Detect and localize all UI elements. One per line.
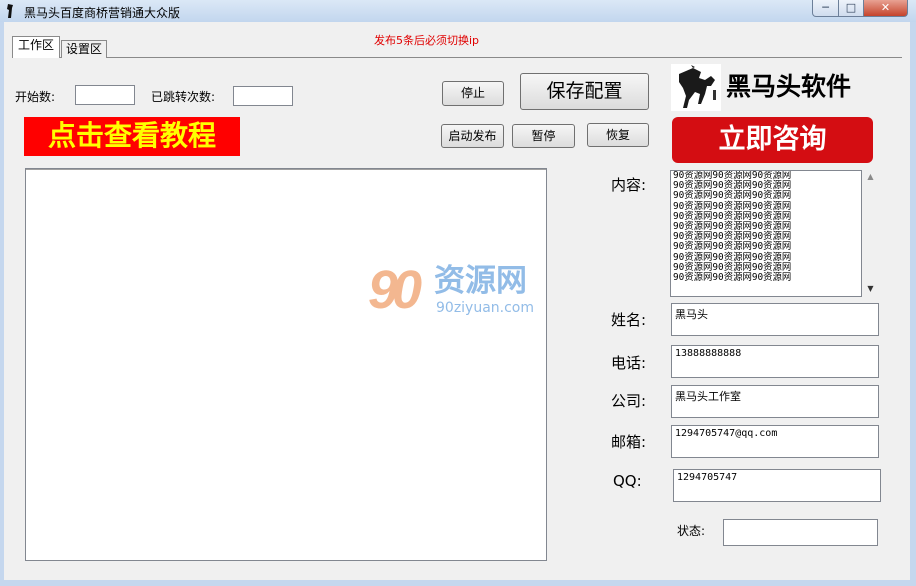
start-publish-button[interactable]: 启动发布 bbox=[441, 124, 504, 148]
window-title: 黑马头百度商桥营销通大众版 bbox=[24, 6, 181, 20]
name-label: 姓名: bbox=[611, 311, 647, 329]
status-label: 状态: bbox=[677, 524, 706, 538]
pause-button[interactable]: 暂停 bbox=[512, 124, 575, 148]
qq-label: QQ: bbox=[613, 472, 642, 490]
content-scrollbar[interactable]: ▲ ▼ bbox=[862, 170, 879, 297]
brand-logo: 黑马头软件 bbox=[671, 64, 872, 111]
watermark: 90 资源网 90ziyuan.com bbox=[368, 262, 553, 322]
consult-now-button[interactable]: 立即咨询 bbox=[672, 117, 873, 163]
window-frame-bottom bbox=[0, 580, 916, 586]
window-frame-right bbox=[910, 22, 916, 586]
tab-settings-area[interactable]: 设置区 bbox=[61, 40, 107, 58]
email-input[interactable]: 1294705747@qq.com bbox=[671, 425, 879, 458]
jumped-count-label: 已跳转次数: bbox=[151, 90, 216, 104]
content-line: 90资源网90资源网90资源网 bbox=[673, 272, 792, 284]
email-label: 邮箱: bbox=[611, 433, 647, 451]
log-output-area[interactable] bbox=[25, 168, 547, 561]
maximize-button[interactable]: □ bbox=[838, 0, 864, 17]
brand-name: 黑马头软件 bbox=[726, 72, 852, 101]
scroll-down-arrow-icon[interactable]: ▼ bbox=[862, 284, 879, 293]
status-input[interactable] bbox=[723, 519, 878, 546]
name-input[interactable]: 黑马头 bbox=[671, 303, 879, 336]
tab-strip-line bbox=[12, 57, 902, 58]
watermark-name: 资源网 bbox=[434, 263, 527, 299]
horse-app-icon bbox=[7, 4, 13, 18]
jumped-count-input[interactable] bbox=[233, 86, 293, 106]
start-count-label: 开始数: bbox=[15, 90, 56, 104]
resume-button[interactable]: 恢复 bbox=[587, 123, 649, 147]
content-lines: 90资源网90资源网90资源网 90资源网90资源网90资源网 90资源网90资源网… bbox=[671, 171, 861, 283]
tab-work-area[interactable]: 工作区 bbox=[12, 36, 60, 58]
qq-input[interactable]: 1294705747 bbox=[673, 469, 881, 502]
phone-label: 电话: bbox=[611, 354, 647, 372]
company-input[interactable]: 黑马头工作室 bbox=[671, 385, 879, 418]
company-label: 公司: bbox=[611, 392, 647, 410]
minimize-button[interactable]: ─ bbox=[812, 0, 839, 17]
watermark-url: 90ziyuan.com bbox=[436, 300, 535, 316]
stop-button[interactable]: 停止 bbox=[442, 81, 504, 106]
content-textarea[interactable]: 90资源网90资源网90资源网 90资源网90资源网90资源网 90资源网90资源网… bbox=[670, 170, 862, 297]
scroll-up-arrow-icon[interactable]: ▲ bbox=[862, 172, 879, 181]
close-button[interactable]: ✕ bbox=[863, 0, 908, 17]
title-bar[interactable]: 黑马头百度商桥营销通大众版 ─ □ ✕ bbox=[0, 0, 916, 22]
save-config-button[interactable]: 保存配置 bbox=[520, 73, 649, 110]
horse-logo-icon bbox=[671, 64, 721, 111]
content-label: 内容: bbox=[611, 176, 647, 194]
start-count-input[interactable] bbox=[75, 85, 135, 105]
ip-switch-notice: 发布5条后必须切换ip bbox=[374, 34, 480, 47]
phone-input[interactable]: 13888888888 bbox=[671, 345, 879, 378]
watermark-digits: 90 bbox=[368, 260, 422, 320]
tutorial-link-banner[interactable]: 点击查看教程 bbox=[24, 117, 240, 156]
